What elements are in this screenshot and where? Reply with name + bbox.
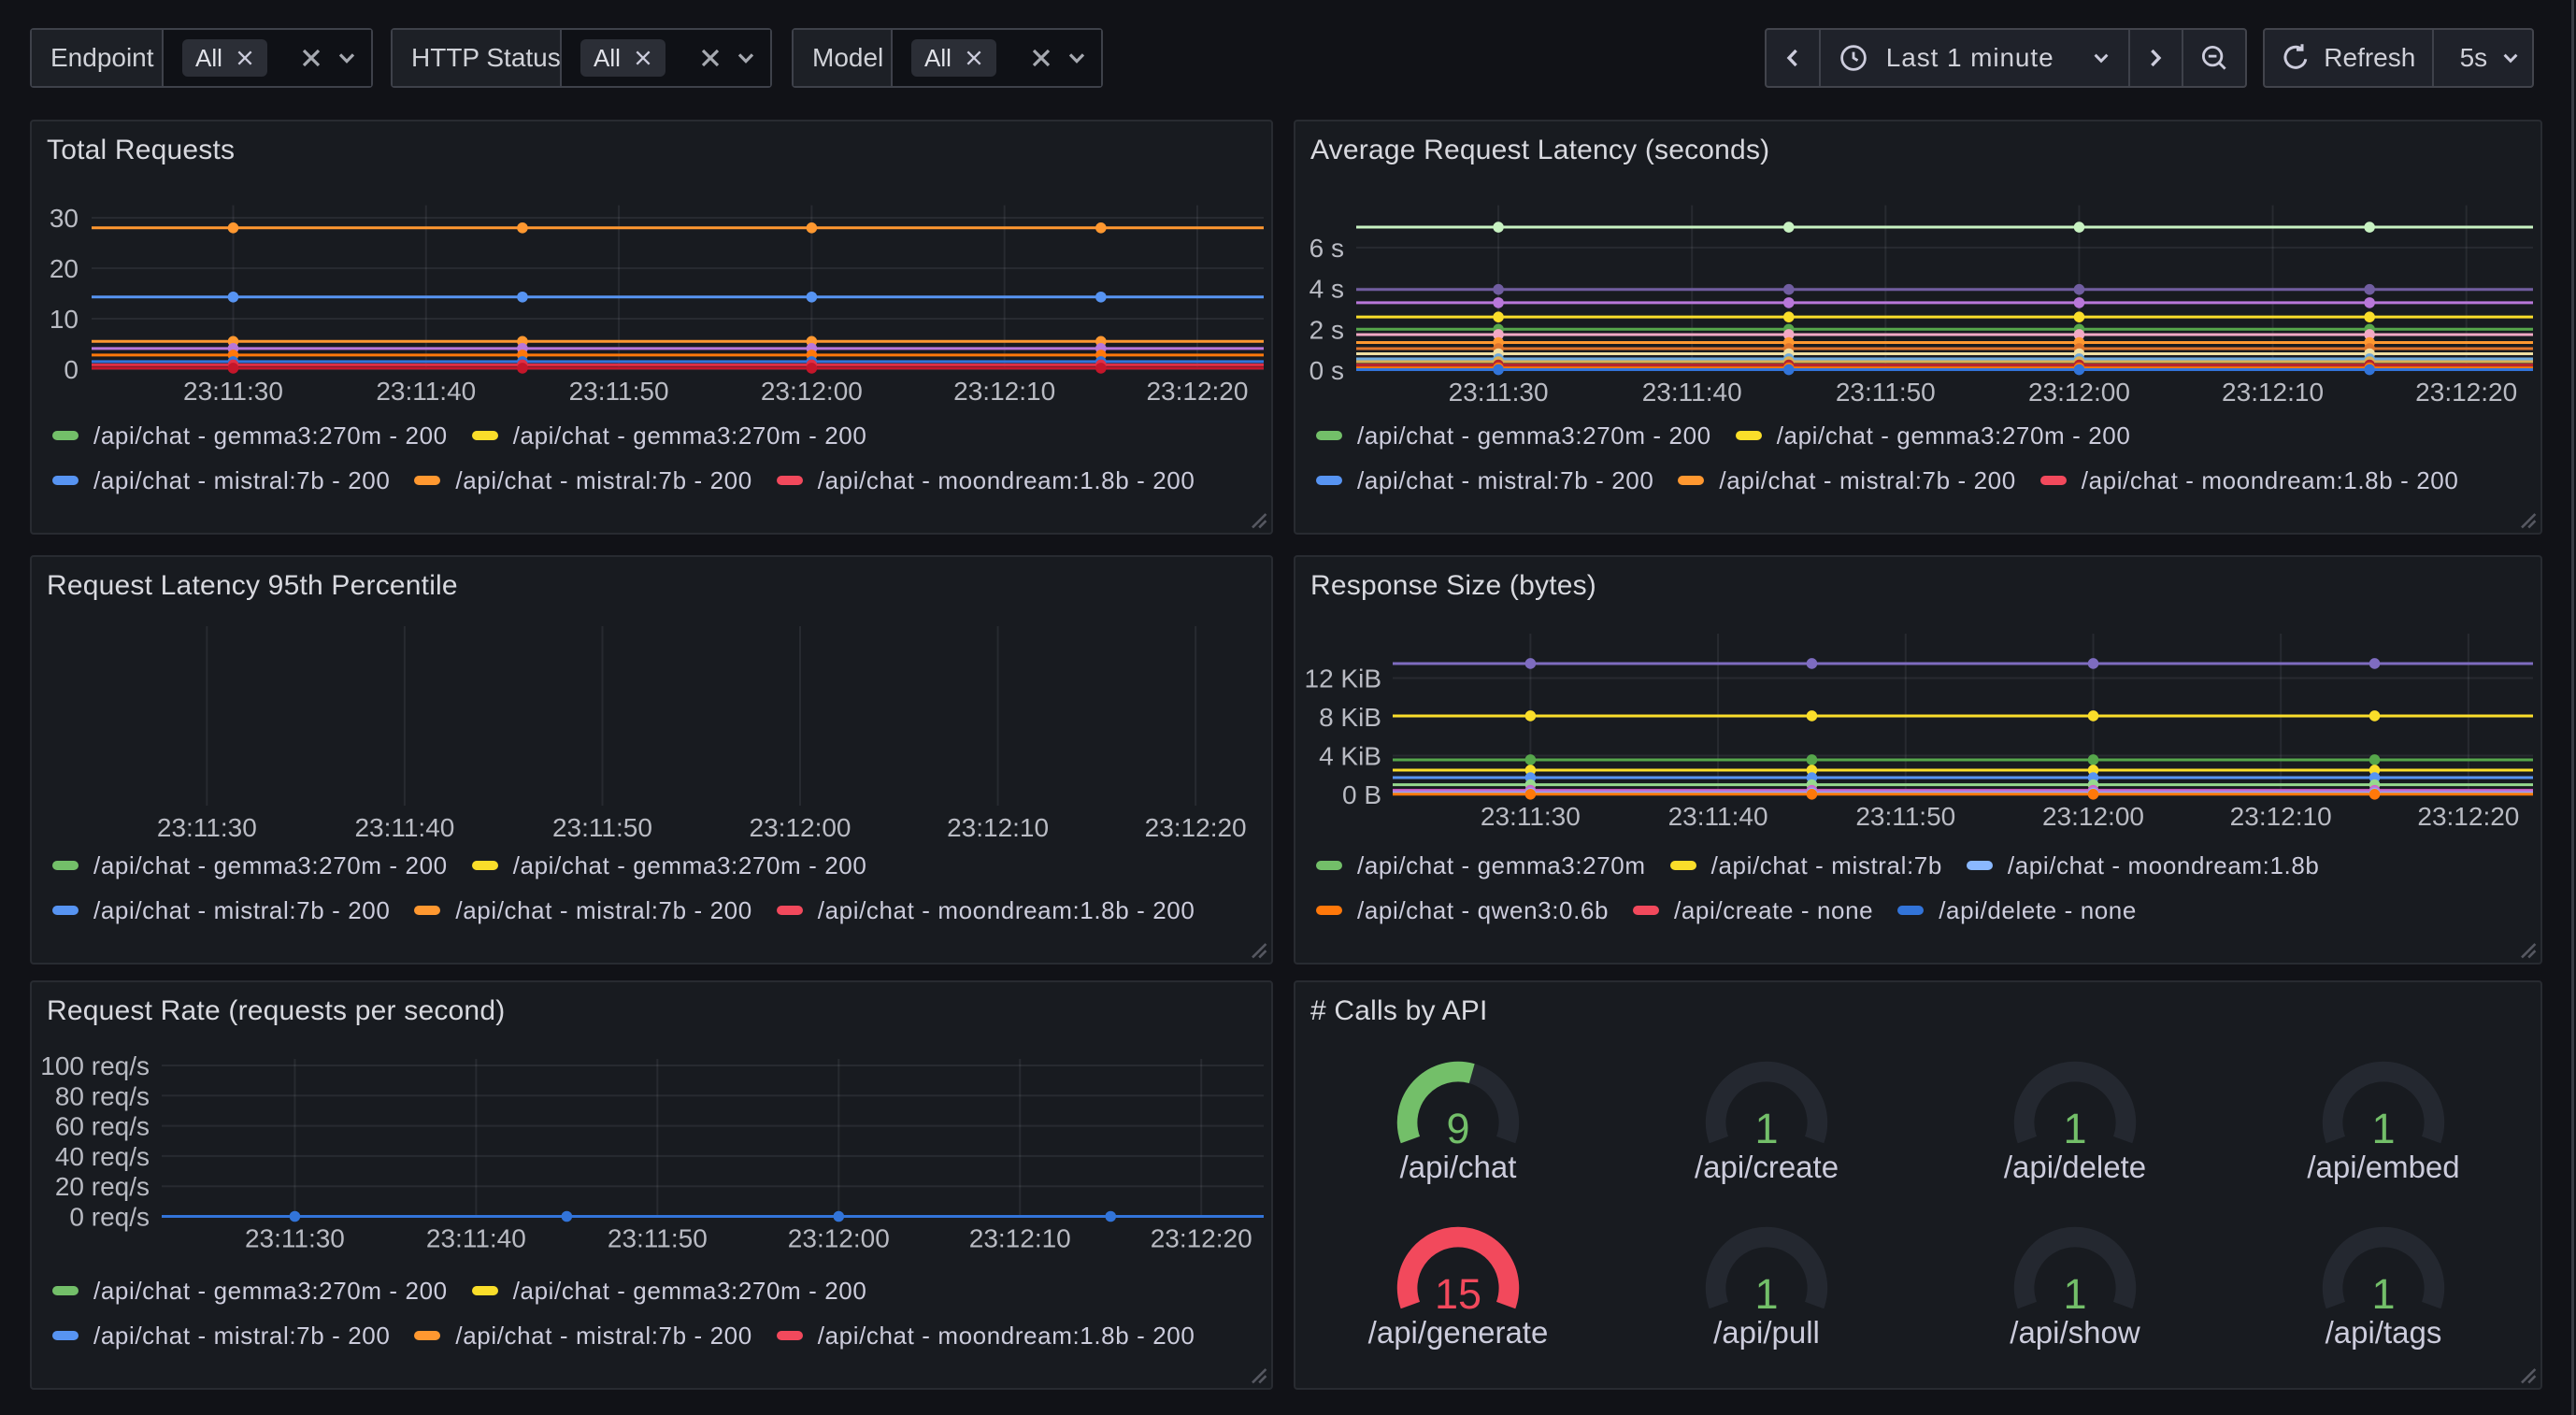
svg-text:23:11:50: 23:11:50 (1855, 802, 1955, 831)
svg-text:23:11:50: 23:11:50 (569, 377, 669, 406)
svg-text:80 req/s: 80 req/s (55, 1081, 150, 1110)
svg-text:20 req/s: 20 req/s (55, 1172, 150, 1201)
svg-text:9: 9 (1446, 1105, 1469, 1152)
svg-text:12 KiB: 12 KiB (1305, 665, 1382, 693)
svg-text:1: 1 (2371, 1105, 2395, 1152)
svg-text:/api/show: /api/show (2010, 1315, 2140, 1350)
svg-text:23:12:20: 23:12:20 (1151, 1223, 1252, 1252)
svg-text:23:12:20: 23:12:20 (2415, 378, 2517, 407)
svg-text:8 KiB: 8 KiB (1319, 703, 1381, 732)
svg-text:23:11:40: 23:11:40 (1668, 802, 1768, 831)
svg-text:6 s: 6 s (1309, 234, 1344, 263)
svg-text:23:12:00: 23:12:00 (750, 813, 852, 842)
svg-text:/api/embed: /api/embed (2307, 1150, 2459, 1184)
svg-text:23:11:30: 23:11:30 (1449, 378, 1549, 407)
svg-text:40 req/s: 40 req/s (55, 1142, 150, 1171)
svg-text:23:11:40: 23:11:40 (1642, 378, 1742, 407)
svg-text:1: 1 (1754, 1270, 1778, 1318)
svg-text:23:11:40: 23:11:40 (354, 813, 454, 842)
svg-text:0 s: 0 s (1309, 356, 1344, 385)
svg-text:/api/tags: /api/tags (2326, 1315, 2442, 1350)
svg-text:23:12:20: 23:12:20 (2417, 802, 2519, 831)
svg-text:0: 0 (64, 355, 79, 384)
svg-text:4 KiB: 4 KiB (1319, 742, 1381, 771)
svg-text:23:11:50: 23:11:50 (608, 1223, 708, 1252)
svg-text:100 req/s: 100 req/s (40, 1051, 150, 1080)
svg-text:23:11:40: 23:11:40 (376, 377, 476, 406)
svg-text:23:12:10: 23:12:10 (969, 1223, 1071, 1252)
svg-text:/api/generate: /api/generate (1368, 1315, 1549, 1350)
svg-text:0 B: 0 B (1342, 780, 1381, 809)
svg-text:23:11:50: 23:11:50 (552, 813, 652, 842)
svg-text:23:12:10: 23:12:10 (2230, 802, 2332, 831)
svg-text:1: 1 (2063, 1270, 2086, 1318)
svg-text:4 s: 4 s (1309, 275, 1344, 304)
svg-text:/api/chat: /api/chat (1400, 1150, 1517, 1184)
svg-text:23:12:10: 23:12:10 (2222, 378, 2324, 407)
svg-text:23:12:10: 23:12:10 (947, 813, 1049, 842)
svg-text:0 req/s: 0 req/s (69, 1203, 150, 1232)
svg-text:23:12:00: 23:12:00 (761, 377, 863, 406)
svg-text:23:12:00: 23:12:00 (2042, 802, 2144, 831)
svg-text:2 s: 2 s (1309, 315, 1344, 344)
svg-text:23:11:30: 23:11:30 (245, 1223, 345, 1252)
svg-text:23:11:40: 23:11:40 (426, 1223, 526, 1252)
svg-text:23:12:20: 23:12:20 (1145, 813, 1247, 842)
svg-text:23:11:30: 23:11:30 (157, 813, 257, 842)
svg-text:30: 30 (50, 204, 79, 233)
svg-text:23:11:30: 23:11:30 (183, 377, 283, 406)
svg-text:15: 15 (1435, 1270, 1481, 1318)
svg-text:23:12:20: 23:12:20 (1146, 377, 1248, 406)
svg-text:/api/delete: /api/delete (2004, 1150, 2146, 1184)
svg-text:23:12:00: 23:12:00 (788, 1223, 890, 1252)
svg-text:23:11:30: 23:11:30 (1481, 802, 1581, 831)
svg-text:20: 20 (50, 254, 79, 283)
svg-text:23:11:50: 23:11:50 (1836, 378, 1936, 407)
svg-text:23:12:00: 23:12:00 (2028, 378, 2130, 407)
svg-text:60 req/s: 60 req/s (55, 1112, 150, 1141)
svg-text:1: 1 (2371, 1270, 2395, 1318)
svg-text:23:12:10: 23:12:10 (953, 377, 1055, 406)
svg-text:10: 10 (50, 305, 79, 334)
svg-text:/api/pull: /api/pull (1713, 1315, 1820, 1350)
svg-text:1: 1 (2063, 1105, 2086, 1152)
svg-text:1: 1 (1754, 1105, 1778, 1152)
svg-text:/api/create: /api/create (1695, 1150, 1839, 1184)
